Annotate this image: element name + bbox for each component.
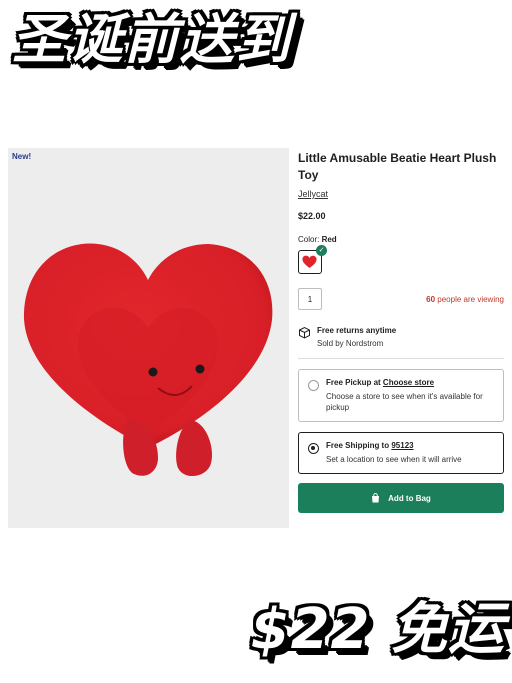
shipping-title-prefix: Free Shipping to bbox=[326, 441, 390, 450]
add-to-bag-label: Add to Bag bbox=[388, 493, 431, 503]
product-price: $22.00 bbox=[298, 211, 326, 221]
pickup-title: Free Pickup at Choose store bbox=[326, 378, 495, 387]
box-return-icon bbox=[299, 326, 310, 339]
heart-plush-image bbox=[23, 243, 273, 477]
product-image[interactable]: New! bbox=[8, 148, 289, 528]
viewing-count: 60 bbox=[426, 295, 436, 304]
color-swatch-red[interactable]: ✓ bbox=[298, 245, 327, 274]
brand-link[interactable]: Jellycat bbox=[298, 189, 328, 199]
check-icon: ✓ bbox=[316, 245, 327, 256]
promo-banner-bottom: $22 免运 bbox=[250, 597, 505, 662]
quantity-row: 1 60 people are viewing bbox=[298, 288, 504, 312]
zip-code-link[interactable]: 95123 bbox=[391, 441, 413, 450]
pickup-option[interactable]: Free Pickup at Choose store Choose a sto… bbox=[298, 369, 504, 422]
quantity-select[interactable]: 1 bbox=[298, 288, 322, 310]
viewing-text: people are viewing bbox=[437, 295, 504, 304]
shipping-title: Free Shipping to 95123 bbox=[326, 441, 495, 450]
add-to-bag-button[interactable]: Add to Bag bbox=[298, 483, 504, 513]
sold-by: Sold by Nordstrom bbox=[317, 339, 384, 348]
shipping-radio[interactable] bbox=[308, 443, 319, 454]
viewing-indicator: 60 people are viewing bbox=[426, 295, 504, 304]
returns-info: Free returns anytime Sold by Nordstrom bbox=[298, 326, 504, 348]
choose-store-link[interactable]: Choose store bbox=[383, 378, 434, 387]
promo-banner-top: 圣诞前送到 bbox=[12, 8, 292, 71]
shipping-subtitle: Set a location to see when it will arriv… bbox=[326, 455, 462, 464]
shopping-bag-icon bbox=[372, 493, 380, 503]
product-info-panel: Little Amusable Beatie Heart Plush Toy J… bbox=[298, 150, 504, 513]
returns-title: Free returns anytime bbox=[317, 326, 397, 335]
color-label: Color: bbox=[298, 235, 320, 244]
pickup-title-prefix: Free Pickup at bbox=[326, 378, 381, 387]
color-label-row: Color: Red bbox=[298, 235, 504, 244]
pickup-subtitle: Choose a store to see when it's availabl… bbox=[326, 392, 483, 412]
color-value: Red bbox=[321, 235, 337, 244]
new-badge: New! bbox=[12, 152, 32, 161]
pickup-radio[interactable] bbox=[308, 380, 319, 391]
product-title: Little Amusable Beatie Heart Plush Toy bbox=[298, 151, 497, 182]
shipping-option[interactable]: Free Shipping to 95123 Set a location to… bbox=[298, 432, 504, 474]
divider bbox=[298, 358, 504, 359]
